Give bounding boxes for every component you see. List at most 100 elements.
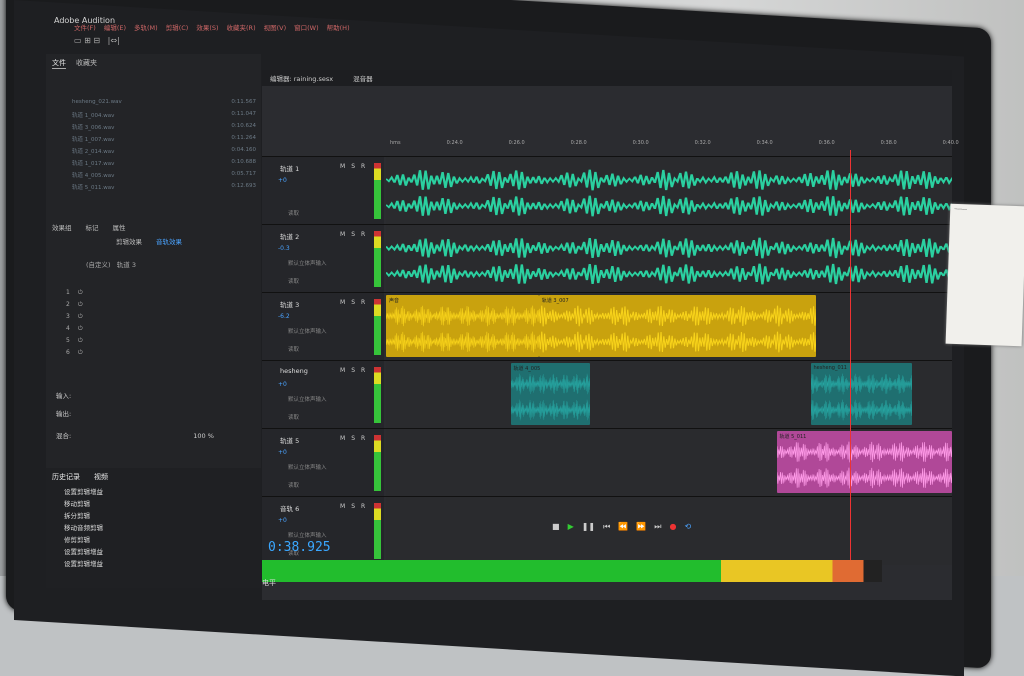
tab-effects-rack[interactable]: 效果组	[52, 222, 72, 232]
menu-item[interactable]: 帮助(H)	[327, 22, 350, 34]
effect-slot[interactable]: 5 ⏻	[66, 337, 83, 349]
read-mode[interactable]: 读取	[288, 209, 299, 217]
arm-button[interactable]: R	[361, 367, 365, 374]
track-lane[interactable]: 声音 轨道 3_007	[386, 293, 952, 361]
arm-button[interactable]: R	[361, 299, 365, 306]
file-row[interactable]: 轨道 3_006.wav 0:10.624	[56, 123, 256, 135]
file-row[interactable]: 轨道 5_011.wav 0:12.693	[56, 183, 256, 195]
track-name[interactable]: 轨道 2	[280, 231, 299, 241]
record-icon[interactable]: ●	[669, 522, 676, 532]
audio-clip[interactable]: hesheng_011	[810, 363, 913, 425]
input-select[interactable]: 默认立体声输入	[288, 395, 327, 403]
mute-button[interactable]: M	[340, 435, 345, 442]
audio-clip[interactable]: 轨道 4_005	[510, 363, 590, 425]
preset-select[interactable]: (自定义) 轨道 3	[86, 259, 136, 269]
file-row[interactable]: 轨道 1_004.wav 0:11.047	[56, 111, 256, 123]
file-row[interactable]: 轨道 2_014.wav 0:04.160	[56, 147, 256, 159]
mute-button[interactable]: M	[340, 367, 345, 374]
solo-button[interactable]: S	[351, 367, 355, 374]
menu-item[interactable]: 效果(S)	[196, 22, 218, 34]
file-row[interactable]: 轨道 1_017.wav 0:10.688	[56, 159, 256, 171]
track-name[interactable]: 音轨 6	[280, 503, 299, 513]
file-row[interactable]: hesheng_021.wav 0:11.567	[56, 99, 256, 111]
history-item[interactable]: 修剪剪辑	[46, 534, 261, 546]
history-item[interactable]: 设置剪辑增益	[46, 486, 261, 498]
tab-history[interactable]: 历史记录	[52, 472, 80, 482]
arm-button[interactable]: R	[361, 503, 365, 510]
tab-files[interactable]: 文件	[52, 58, 66, 69]
stop-icon[interactable]: ■	[552, 522, 560, 532]
arm-button[interactable]: R	[361, 435, 365, 442]
track-lane[interactable]: 轨道 5_011	[386, 429, 952, 497]
menu-item[interactable]: 文件(F)	[74, 22, 96, 34]
read-mode[interactable]: 读取	[288, 277, 299, 285]
tab-editor[interactable]: 编辑器: raining.sesx	[270, 73, 333, 83]
read-mode[interactable]: 读取	[288, 413, 299, 421]
time-ruler[interactable]: hms 0:24.0 0:26.0 0:28.0 0:30.0 0:32.0 0:34.0 0…	[390, 140, 959, 154]
audio-clip[interactable]: 轨道 3_007	[538, 295, 817, 357]
track-lane[interactable]	[386, 225, 952, 293]
input-select[interactable]: 默认立体声输入	[288, 531, 327, 539]
menu-item[interactable]: 窗口(W)	[294, 22, 319, 34]
input-select[interactable]: 默认立体声输入	[288, 327, 327, 335]
tab-track-effects[interactable]: 音轨效果	[156, 236, 182, 246]
track-name[interactable]: 轨道 5	[280, 435, 299, 445]
volume-knob[interactable]: +0	[278, 177, 287, 184]
audio-clip[interactable]	[386, 227, 952, 289]
file-row[interactable]: 轨道 4_005.wav 0:05.717	[56, 171, 256, 183]
playhead[interactable]	[850, 150, 851, 580]
power-icon[interactable]: ⏻	[78, 325, 83, 337]
history-item[interactable]: 设置剪辑增益	[46, 558, 261, 570]
audio-clip[interactable]	[386, 159, 952, 221]
tab-markers[interactable]: 标记	[86, 222, 99, 232]
skip-end-icon[interactable]: ⏭	[654, 522, 661, 532]
mix-control[interactable]: 混合: 100 %	[56, 430, 214, 440]
pause-icon[interactable]: ❚❚	[582, 522, 595, 532]
effect-slot[interactable]: 4 ⏻	[66, 325, 83, 337]
menu-item[interactable]: 收藏夹(R)	[227, 22, 256, 34]
power-icon[interactable]: ⏻	[78, 313, 83, 325]
arm-button[interactable]: R	[361, 163, 365, 170]
mute-button[interactable]: M	[340, 299, 345, 306]
mute-button[interactable]: M	[340, 503, 345, 510]
volume-knob[interactable]: +0	[278, 517, 287, 524]
arm-button[interactable]: R	[361, 231, 365, 238]
track-name[interactable]: 轨道 3	[280, 299, 299, 309]
power-icon[interactable]: ⏻	[78, 349, 83, 361]
tab-mixer[interactable]: 混音器	[353, 73, 373, 83]
rewind-icon[interactable]: ⏪	[618, 522, 628, 532]
mute-button[interactable]: M	[340, 231, 345, 238]
solo-button[interactable]: S	[351, 299, 355, 306]
track-lane[interactable]	[386, 157, 952, 225]
track-lane[interactable]: 轨道 4_005 hesheng_011	[386, 361, 952, 429]
input-select[interactable]: 默认立体声输入	[288, 463, 327, 471]
input-select[interactable]: 默认立体声输入	[288, 259, 327, 267]
history-item[interactable]: 设置剪辑增益	[46, 546, 261, 558]
tab-video[interactable]: 视频	[94, 472, 108, 482]
volume-knob[interactable]: +0	[278, 381, 287, 388]
history-item[interactable]: 拆分剪辑	[46, 510, 261, 522]
menu-item[interactable]: 多轨(M)	[134, 22, 158, 34]
volume-knob[interactable]: +0	[278, 449, 287, 456]
effect-slot[interactable]: 2 ⏻	[66, 301, 83, 313]
history-item[interactable]: 移动音频剪辑	[46, 522, 261, 534]
audio-clip[interactable]: 声音	[386, 295, 539, 357]
play-icon[interactable]: ▶	[568, 522, 574, 532]
fast-forward-icon[interactable]: ⏩	[636, 522, 646, 532]
track-name[interactable]: 轨道 1	[280, 163, 299, 173]
solo-button[interactable]: S	[351, 503, 355, 510]
track-name[interactable]: hesheng	[280, 367, 308, 375]
audio-clip[interactable]: 轨道 5_011	[776, 431, 952, 493]
solo-button[interactable]: S	[351, 231, 355, 238]
tab-properties[interactable]: 属性	[113, 222, 126, 232]
read-mode[interactable]: 读取	[288, 345, 299, 353]
tab-favorites[interactable]: 收藏夹	[76, 58, 97, 69]
effect-slot[interactable]: 6 ⏻	[66, 349, 83, 361]
volume-knob[interactable]: -6.2	[278, 313, 290, 320]
solo-button[interactable]: S	[351, 163, 355, 170]
volume-knob[interactable]: -0.3	[278, 245, 290, 252]
history-item[interactable]: 移动剪辑	[46, 498, 261, 510]
menu-item[interactable]: 剪辑(C)	[166, 22, 189, 34]
loop-icon[interactable]: ⟲	[684, 522, 691, 532]
power-icon[interactable]: ⏻	[78, 301, 83, 313]
